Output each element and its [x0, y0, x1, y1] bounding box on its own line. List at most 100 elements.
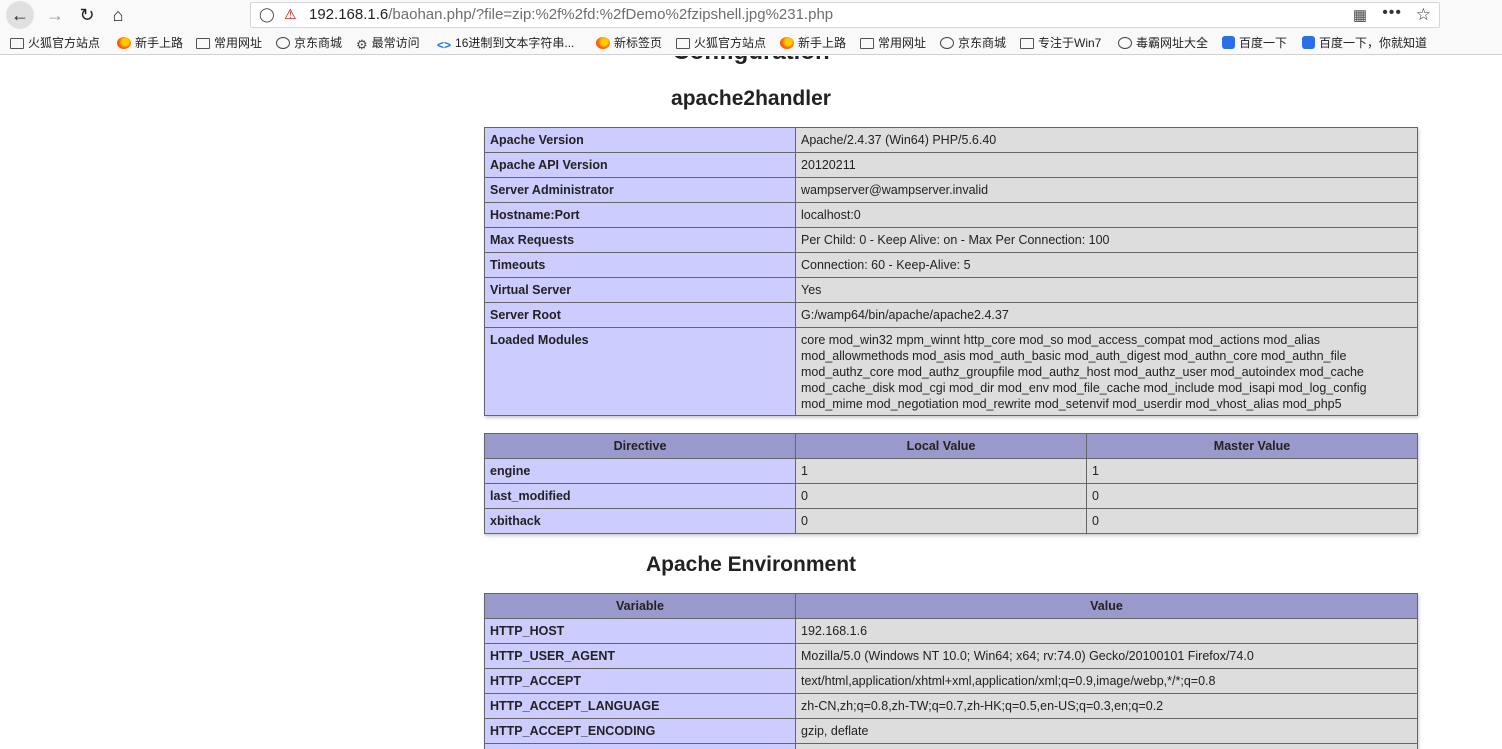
row-key: Timeouts	[484, 252, 796, 278]
table-row: Server Administrator wampserver@wampserve…	[484, 177, 1418, 203]
bookmark-item[interactable]: <> 16进制到文本字符串...	[437, 34, 574, 52]
firefox-icon	[117, 37, 131, 49]
env-value: gzip, deflate	[795, 718, 1418, 744]
local-value: 0	[795, 483, 1087, 509]
table-header-row: Variable Value	[484, 593, 1418, 619]
bookmark-item[interactable]: 常用网址	[196, 34, 262, 51]
cut-heading: Configuration	[0, 56, 1502, 66]
table-row: Timeouts Connection: 60 - Keep-Alive: 5	[484, 252, 1418, 278]
insecure-lock-icon[interactable]: ⚠	[284, 6, 297, 23]
address-bar[interactable]: ◯ ⚠ 192.168.1.6/baohan.php/?file=zip:%2f…	[250, 2, 1440, 28]
bookmark-item[interactable]: 新手上路	[780, 34, 846, 51]
bookmark-item[interactable]: ⚙ 最常访问	[356, 34, 420, 53]
bookmark-item[interactable]: 火狐官方站点	[676, 34, 766, 51]
bookmark-label: 京东商城	[294, 36, 343, 50]
bookmarks-toolbar: 火狐官方站点 新手上路 常用网址 京东商城 ⚙ 最常访问 <> 16进制到文本字符串…	[0, 30, 1502, 55]
row-value: Apache/2.4.37 (Win64) PHP/5.6.40	[795, 127, 1418, 153]
row-key: Max Requests	[484, 227, 796, 253]
bookmark-label: 百度一下，你就知道	[1319, 36, 1428, 50]
forward-arrow-icon[interactable]: →	[42, 2, 68, 28]
row-key: Apache Version	[484, 127, 796, 153]
baidu-paw-icon	[1222, 36, 1235, 49]
row-value: 20120211	[795, 152, 1418, 178]
browser-toolbar: ← → ↻ ⌂ ◯ ⚠ 192.168.1.6/baohan.php/?file…	[0, 0, 1502, 30]
home-icon[interactable]: ⌂	[105, 2, 131, 28]
firefox-icon	[780, 37, 794, 49]
section-title-apache2handler: apache2handler	[671, 87, 831, 110]
table-row	[484, 743, 1418, 749]
env-value	[795, 743, 1418, 749]
table-row: HTTP_USER_AGENT Mozilla/5.0 (Windows NT 1…	[484, 643, 1418, 669]
row-key: Loaded Modules	[484, 327, 796, 416]
module-line: mod_cache_disk mod_cgi mod_dir mod_env m…	[801, 381, 1367, 395]
bookmark-item[interactable]: 百度一下，你就知道	[1302, 34, 1427, 51]
module-line: mod_authz_core mod_authz_groupfile mod_a…	[801, 365, 1364, 379]
column-header: Variable	[484, 593, 796, 619]
url-path: /baohan.php/?file=zip:%2f%2fd:%2fDemo%2f…	[388, 6, 834, 23]
env-variable: HTTP_ACCEPT_ENCODING	[484, 718, 796, 744]
bookmark-item[interactable]: 常用网址	[860, 34, 926, 51]
table-row: HTTP_ACCEPT text/html,application/xhtml+x…	[484, 668, 1418, 694]
bookmark-item[interactable]: 新手上路	[117, 34, 183, 51]
folder-icon	[860, 38, 874, 49]
table-row: Apache Version Apache/2.4.37 (Win64) PHP/…	[484, 127, 1418, 153]
table-row: Apache API Version 20120211	[484, 152, 1418, 178]
table-row: Virtual Server Yes	[484, 277, 1418, 303]
url-host: 192.168.1.6	[309, 6, 389, 23]
bookmark-label: 最常访问	[371, 36, 420, 50]
qr-code-icon[interactable]: ▦	[1353, 6, 1367, 24]
module-line: mod_allowmethods mod_asis mod_auth_basic…	[801, 349, 1347, 363]
folder-icon	[196, 38, 210, 49]
column-header: Local Value	[795, 433, 1087, 459]
section-title-apache-environment: Apache Environment	[645, 553, 857, 576]
reload-icon[interactable]: ↻	[74, 2, 100, 28]
table-row: Server Root G:/wamp64/bin/apache/apache2.…	[484, 302, 1418, 328]
page-content: Configuration apache2handler Apache Vers…	[0, 56, 1502, 749]
folder-icon	[1020, 38, 1034, 49]
bookmark-label: 毒霸网址大全	[1136, 36, 1209, 50]
loaded-modules-value: core mod_win32 mpm_winnt http_core mod_s…	[795, 327, 1418, 416]
page-actions-menu-icon[interactable]: •••	[1382, 4, 1402, 22]
row-value: wampserver@wampserver.invalid	[795, 177, 1418, 203]
table-row: Hostname:Port localhost:0	[484, 202, 1418, 228]
code-brackets-icon: <>	[437, 38, 452, 52]
bookmark-item[interactable]: 毒霸网址大全	[1118, 34, 1208, 51]
table-header-row: Directive Local Value Master Value	[484, 433, 1418, 459]
gear-icon: ⚙	[356, 37, 368, 52]
bookmark-item[interactable]: 京东商城	[276, 34, 342, 51]
tracking-shield-icon[interactable]: ◯	[259, 6, 275, 23]
directive-name: xbithack	[484, 508, 796, 534]
row-value: Per Child: 0 - Keep Alive: on - Max Per …	[795, 227, 1418, 253]
globe-icon	[276, 37, 290, 49]
table-row: Max Requests Per Child: 0 - Keep Alive: o…	[484, 227, 1418, 253]
column-header: Directive	[484, 433, 796, 459]
bookmark-item[interactable]: 火狐官方站点	[10, 34, 100, 51]
back-arrow-icon[interactable]: ←	[6, 1, 34, 29]
bookmark-label: 常用网址	[878, 36, 927, 50]
row-value: Yes	[795, 277, 1418, 303]
url-text[interactable]: 192.168.1.6/baohan.php/?file=zip:%2f%2fd…	[309, 6, 833, 23]
module-line: core mod_win32 mpm_winnt http_core mod_s…	[801, 333, 1321, 347]
bookmark-label: 新手上路	[135, 36, 184, 50]
env-variable: HTTP_USER_AGENT	[484, 643, 796, 669]
env-variable: HTTP_ACCEPT	[484, 668, 796, 694]
bookmark-item[interactable]: 京东商城	[940, 34, 1006, 51]
globe-icon	[940, 37, 954, 49]
bookmark-label: 新手上路	[798, 36, 847, 50]
local-value: 0	[795, 508, 1087, 534]
env-value: 192.168.1.6	[795, 618, 1418, 644]
column-header: Value	[795, 593, 1418, 619]
env-value: Mozilla/5.0 (Windows NT 10.0; Win64; x64…	[795, 643, 1418, 669]
bookmark-item[interactable]: 百度一下	[1222, 34, 1287, 51]
env-value: zh-CN,zh;q=0.8,zh-TW;q=0.7,zh-HK;q=0.5,e…	[795, 693, 1418, 719]
bookmark-star-icon[interactable]: ☆	[1416, 5, 1431, 25]
bookmark-label: 新标签页	[614, 36, 663, 50]
bookmark-item[interactable]: 新标签页	[596, 34, 662, 51]
globe-icon	[1118, 37, 1132, 49]
bookmark-label: 百度一下	[1239, 36, 1288, 50]
row-key: Virtual Server	[484, 277, 796, 303]
env-variable: HTTP_ACCEPT_LANGUAGE	[484, 693, 796, 719]
row-key: Server Administrator	[484, 177, 796, 203]
bookmark-item[interactable]: 专注于Win7	[1020, 34, 1101, 51]
table-row: engine 1 1	[484, 458, 1418, 484]
